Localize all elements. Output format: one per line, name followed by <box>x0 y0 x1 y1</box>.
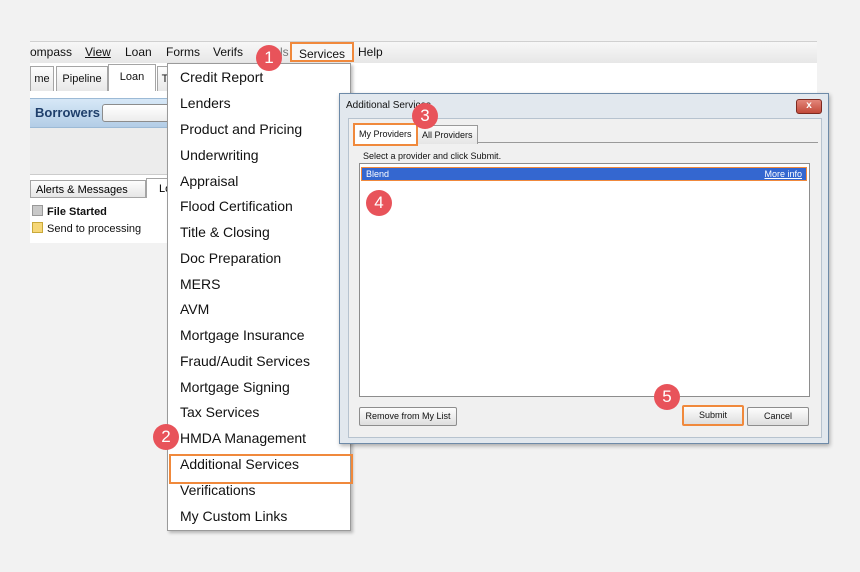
status-icon <box>32 205 43 216</box>
alert-item[interactable]: File Started <box>30 205 107 218</box>
menu-item-title-closing[interactable]: Title & Closing <box>180 224 270 240</box>
menu-item-fraud-audit[interactable]: Fraud/Audit Services <box>180 353 310 369</box>
tab-home[interactable]: me <box>30 66 54 91</box>
menu-item-credit-report[interactable]: Credit Report <box>180 69 263 85</box>
borrower-panel <box>30 128 170 175</box>
milestone-icon <box>32 222 43 233</box>
menu-item-hmda-management[interactable]: HMDA Management <box>180 430 306 446</box>
services-dropdown: Credit Report Lenders Product and Pricin… <box>167 63 353 531</box>
remove-from-list-button[interactable]: Remove from My List <box>359 407 457 426</box>
menu-item-doc-preparation[interactable]: Doc Preparation <box>180 250 281 266</box>
menu-loan[interactable]: Loan <box>125 45 152 59</box>
callout-badge: 3 <box>412 103 438 129</box>
menu-item-mortgage-signing[interactable]: Mortgage Signing <box>180 379 290 395</box>
submit-button[interactable]: Submit <box>682 405 744 426</box>
borrowers-header: Borrowers <box>30 98 184 128</box>
instruction-text: Select a provider and click Submit. <box>363 151 502 161</box>
menu-item-flood-certification[interactable]: Flood Certification <box>180 198 293 214</box>
menu-item-mers[interactable]: MERS <box>180 276 220 292</box>
additional-services-dialog: Additional Services x All Providers My P… <box>339 93 829 444</box>
borrowers-title: Borrowers <box>35 105 101 120</box>
callout-badge: 4 <box>366 190 392 216</box>
callout-badge: 5 <box>654 384 680 410</box>
menu-bar: ompass View Loan Forms Verifs ls Service… <box>30 41 817 65</box>
more-info-link[interactable]: More info <box>764 169 802 179</box>
menu-item-my-custom-links[interactable]: My Custom Links <box>180 508 287 524</box>
menu-compass[interactable]: ompass <box>30 45 72 59</box>
close-icon[interactable]: x <box>796 99 822 114</box>
menu-verifs[interactable]: Verifs <box>213 45 243 59</box>
alert-item[interactable]: Send to processing <box>30 222 141 235</box>
menu-help[interactable]: Help <box>358 45 383 59</box>
menu-item-appraisal[interactable]: Appraisal <box>180 173 238 189</box>
alert-label: File Started <box>47 206 107 218</box>
provider-name: Blend <box>366 169 390 179</box>
cancel-button[interactable]: Cancel <box>747 407 809 426</box>
menu-item-underwriting[interactable]: Underwriting <box>180 147 259 163</box>
menu-item-verifications[interactable]: Verifications <box>180 482 255 498</box>
callout-badge: 1 <box>256 45 282 71</box>
tab-loan[interactable]: Loan <box>108 64 156 91</box>
menu-item-additional-services[interactable]: Additional Services <box>180 456 299 472</box>
alert-label: Send to processing <box>47 223 142 235</box>
menu-item-mortgage-insurance[interactable]: Mortgage Insurance <box>180 327 305 343</box>
menu-forms[interactable]: Forms <box>166 45 200 59</box>
callout-badge: 2 <box>153 424 179 450</box>
menu-item-product-pricing[interactable]: Product and Pricing <box>180 121 302 137</box>
tab-pipeline[interactable]: Pipeline <box>56 66 108 91</box>
menu-item-avm[interactable]: AVM <box>180 301 209 317</box>
tab-my-providers[interactable]: My Providers <box>353 123 418 146</box>
provider-row[interactable]: Blend More info <box>361 167 807 181</box>
menu-item-lenders[interactable]: Lenders <box>180 95 231 111</box>
provider-list[interactable]: Blend More info <box>359 163 810 397</box>
menu-item-tax-services[interactable]: Tax Services <box>180 404 259 420</box>
menu-view[interactable]: View <box>85 45 111 59</box>
dialog-body: All Providers My Providers Select a prov… <box>348 118 822 438</box>
menu-services[interactable]: Services <box>290 42 355 62</box>
tab-alerts-messages[interactable]: Alerts & Messages <box>30 180 146 198</box>
